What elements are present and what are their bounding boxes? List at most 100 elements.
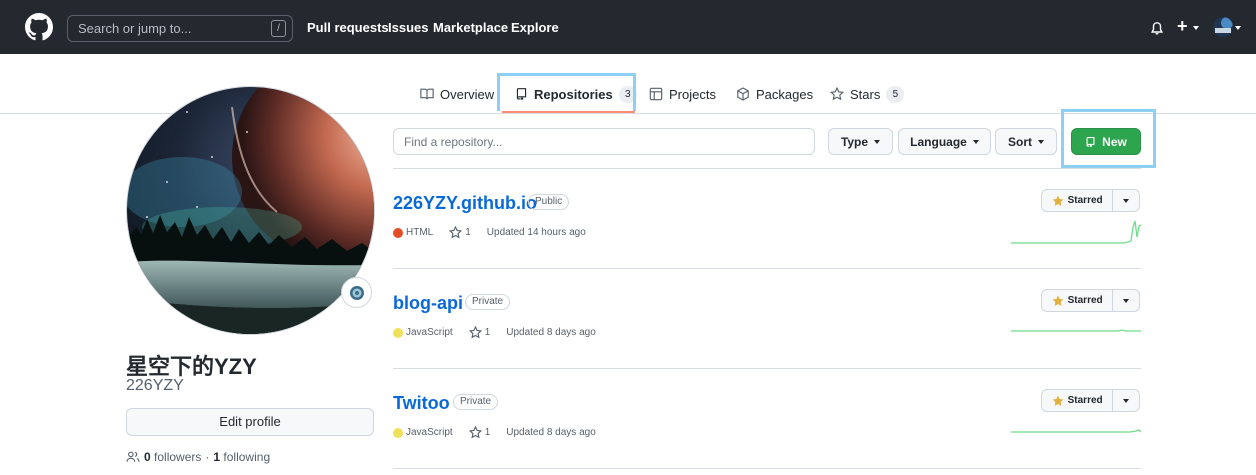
chevron-down-icon (1123, 398, 1130, 403)
visibility-badge: Private (453, 394, 499, 410)
starred-button[interactable]: Starred (1041, 289, 1140, 312)
sort-chevron-down-icon (1038, 139, 1044, 144)
bell-icon[interactable] (1150, 21, 1164, 36)
language-color-dot (393, 227, 403, 238)
global-search-input[interactable]: Search or jump to... / (67, 15, 293, 42)
global-header: Search or jump to... / Pull requests Iss… (0, 0, 1256, 54)
status-emoji-button[interactable] (341, 277, 372, 308)
github-logo-icon[interactable] (25, 13, 53, 41)
star-list-dropdown[interactable] (1113, 290, 1139, 311)
starred-label: Starred (1067, 195, 1103, 206)
search-placeholder: Search or jump to... (78, 21, 192, 36)
star-count: 1 (484, 327, 491, 338)
annotation-highlight-repositories (497, 73, 636, 111)
repo-updated: Updated 14 hours ago (486, 227, 586, 238)
activity-sparkline (1011, 429, 1141, 433)
tab-overview-label: Overview (440, 86, 495, 102)
profile-username: 226YZY (126, 377, 184, 394)
star-list-dropdown[interactable] (1113, 190, 1139, 211)
following-count: 1 (213, 450, 221, 464)
visibility-badge: Public (528, 194, 570, 210)
followers-link[interactable]: 0 followers (144, 450, 201, 464)
create-new-icon[interactable]: + (1177, 16, 1188, 37)
repo-meta: JavaScript 1 Updated 8 days ago (393, 326, 596, 339)
repo-updated: Updated 8 days ago (506, 427, 596, 438)
language-filter-label: Language (910, 134, 967, 149)
following-link[interactable]: 1 following (213, 450, 270, 464)
visibility-badge: Private (465, 294, 511, 310)
avatar-chevron-down-icon[interactable] (1235, 26, 1241, 30)
active-tab-underline (502, 111, 635, 113)
star-icon (449, 226, 463, 239)
tab-projects-label: Projects (669, 86, 716, 102)
type-filter-label: Type (840, 134, 869, 149)
stargazers-link[interactable]: 1 (468, 426, 491, 439)
tab-packages-label: Packages (756, 86, 814, 102)
edit-profile-button[interactable]: Edit profile (126, 408, 374, 436)
star-icon (468, 426, 482, 439)
nav-pull-requests[interactable]: Pull requests (307, 20, 389, 35)
follow-counts: 0 followers · 1 following (126, 450, 270, 464)
star-icon (468, 326, 482, 339)
package-icon (737, 87, 749, 101)
nav-explore[interactable]: Explore (511, 20, 559, 35)
repo-name-link[interactable]: 226YZY.github.io (393, 193, 537, 214)
repo-meta: JavaScript 1 Updated 8 days ago (393, 426, 596, 439)
star-list-dropdown[interactable] (1113, 390, 1139, 411)
star-count: 1 (484, 427, 491, 438)
book-icon (420, 88, 434, 100)
type-chevron-down-icon (874, 139, 881, 144)
nav-issues[interactable]: Issues (388, 20, 428, 35)
unstar-button[interactable]: Starred (1042, 390, 1114, 411)
nav-marketplace[interactable]: Marketplace (433, 20, 508, 35)
star-icon (830, 87, 844, 101)
unstar-button[interactable]: Starred (1042, 190, 1114, 211)
starred-button[interactable]: Starred (1041, 189, 1140, 212)
profile-avatar[interactable] (126, 86, 375, 335)
type-filter-button[interactable]: Type (828, 128, 893, 155)
repo-list-item: 226YZY.github.io Public HTML 1 Updated 1… (393, 169, 1141, 269)
stars-count-badge: 5 (886, 85, 905, 103)
sort-button[interactable]: Sort (995, 128, 1057, 155)
stargazers-link[interactable]: 1 (449, 226, 471, 239)
language-filter-button[interactable]: Language (898, 128, 991, 155)
find-repository-input[interactable] (393, 128, 815, 155)
star-count: 1 (465, 227, 471, 238)
repo-language: HTML (406, 227, 434, 238)
repo-updated: Updated 8 days ago (506, 327, 596, 338)
starred-label: Starred (1067, 295, 1103, 306)
repo-language: JavaScript (406, 427, 453, 438)
people-icon (126, 451, 140, 462)
repo-divider (393, 468, 1141, 469)
repo-name-link[interactable]: Twitoo (393, 393, 450, 414)
repo-meta: HTML 1 Updated 14 hours ago (393, 226, 586, 239)
follow-separator: · (205, 450, 210, 464)
tab-overview[interactable]: Overview (420, 86, 494, 102)
star-filled-icon (1052, 295, 1064, 306)
unstar-button[interactable]: Starred (1042, 290, 1114, 311)
starred-label: Starred (1067, 395, 1103, 406)
star-filled-icon (1052, 395, 1064, 406)
repo-list-item: Twitoo Private JavaScript 1 Updated 8 da… (393, 369, 1141, 469)
user-avatar-icon[interactable] (1213, 17, 1233, 37)
tab-packages[interactable]: Packages (736, 86, 813, 102)
language-chevron-down-icon (972, 139, 979, 144)
following-label: following (223, 450, 271, 464)
avatar-image (127, 87, 374, 334)
repo-list-item: blog-api Private JavaScript 1 Updated 8 … (393, 269, 1141, 369)
smiley-status-icon (349, 285, 364, 300)
chevron-down-icon (1123, 298, 1130, 303)
stargazers-link[interactable]: 1 (468, 326, 491, 339)
starred-button[interactable]: Starred (1041, 389, 1140, 412)
activity-sparkline (1011, 220, 1141, 244)
search-shortcut-badge: / (271, 20, 286, 37)
tab-stars[interactable]: Stars 5 (830, 85, 905, 103)
chevron-down-icon[interactable] (1193, 26, 1199, 30)
language-color-dot (393, 327, 403, 338)
star-filled-icon (1052, 195, 1064, 206)
repo-name-link[interactable]: blog-api (393, 293, 463, 314)
tab-stars-label: Stars (850, 86, 881, 102)
chevron-down-icon (1123, 198, 1130, 203)
table-icon (649, 87, 663, 101)
tab-projects[interactable]: Projects (649, 86, 716, 102)
